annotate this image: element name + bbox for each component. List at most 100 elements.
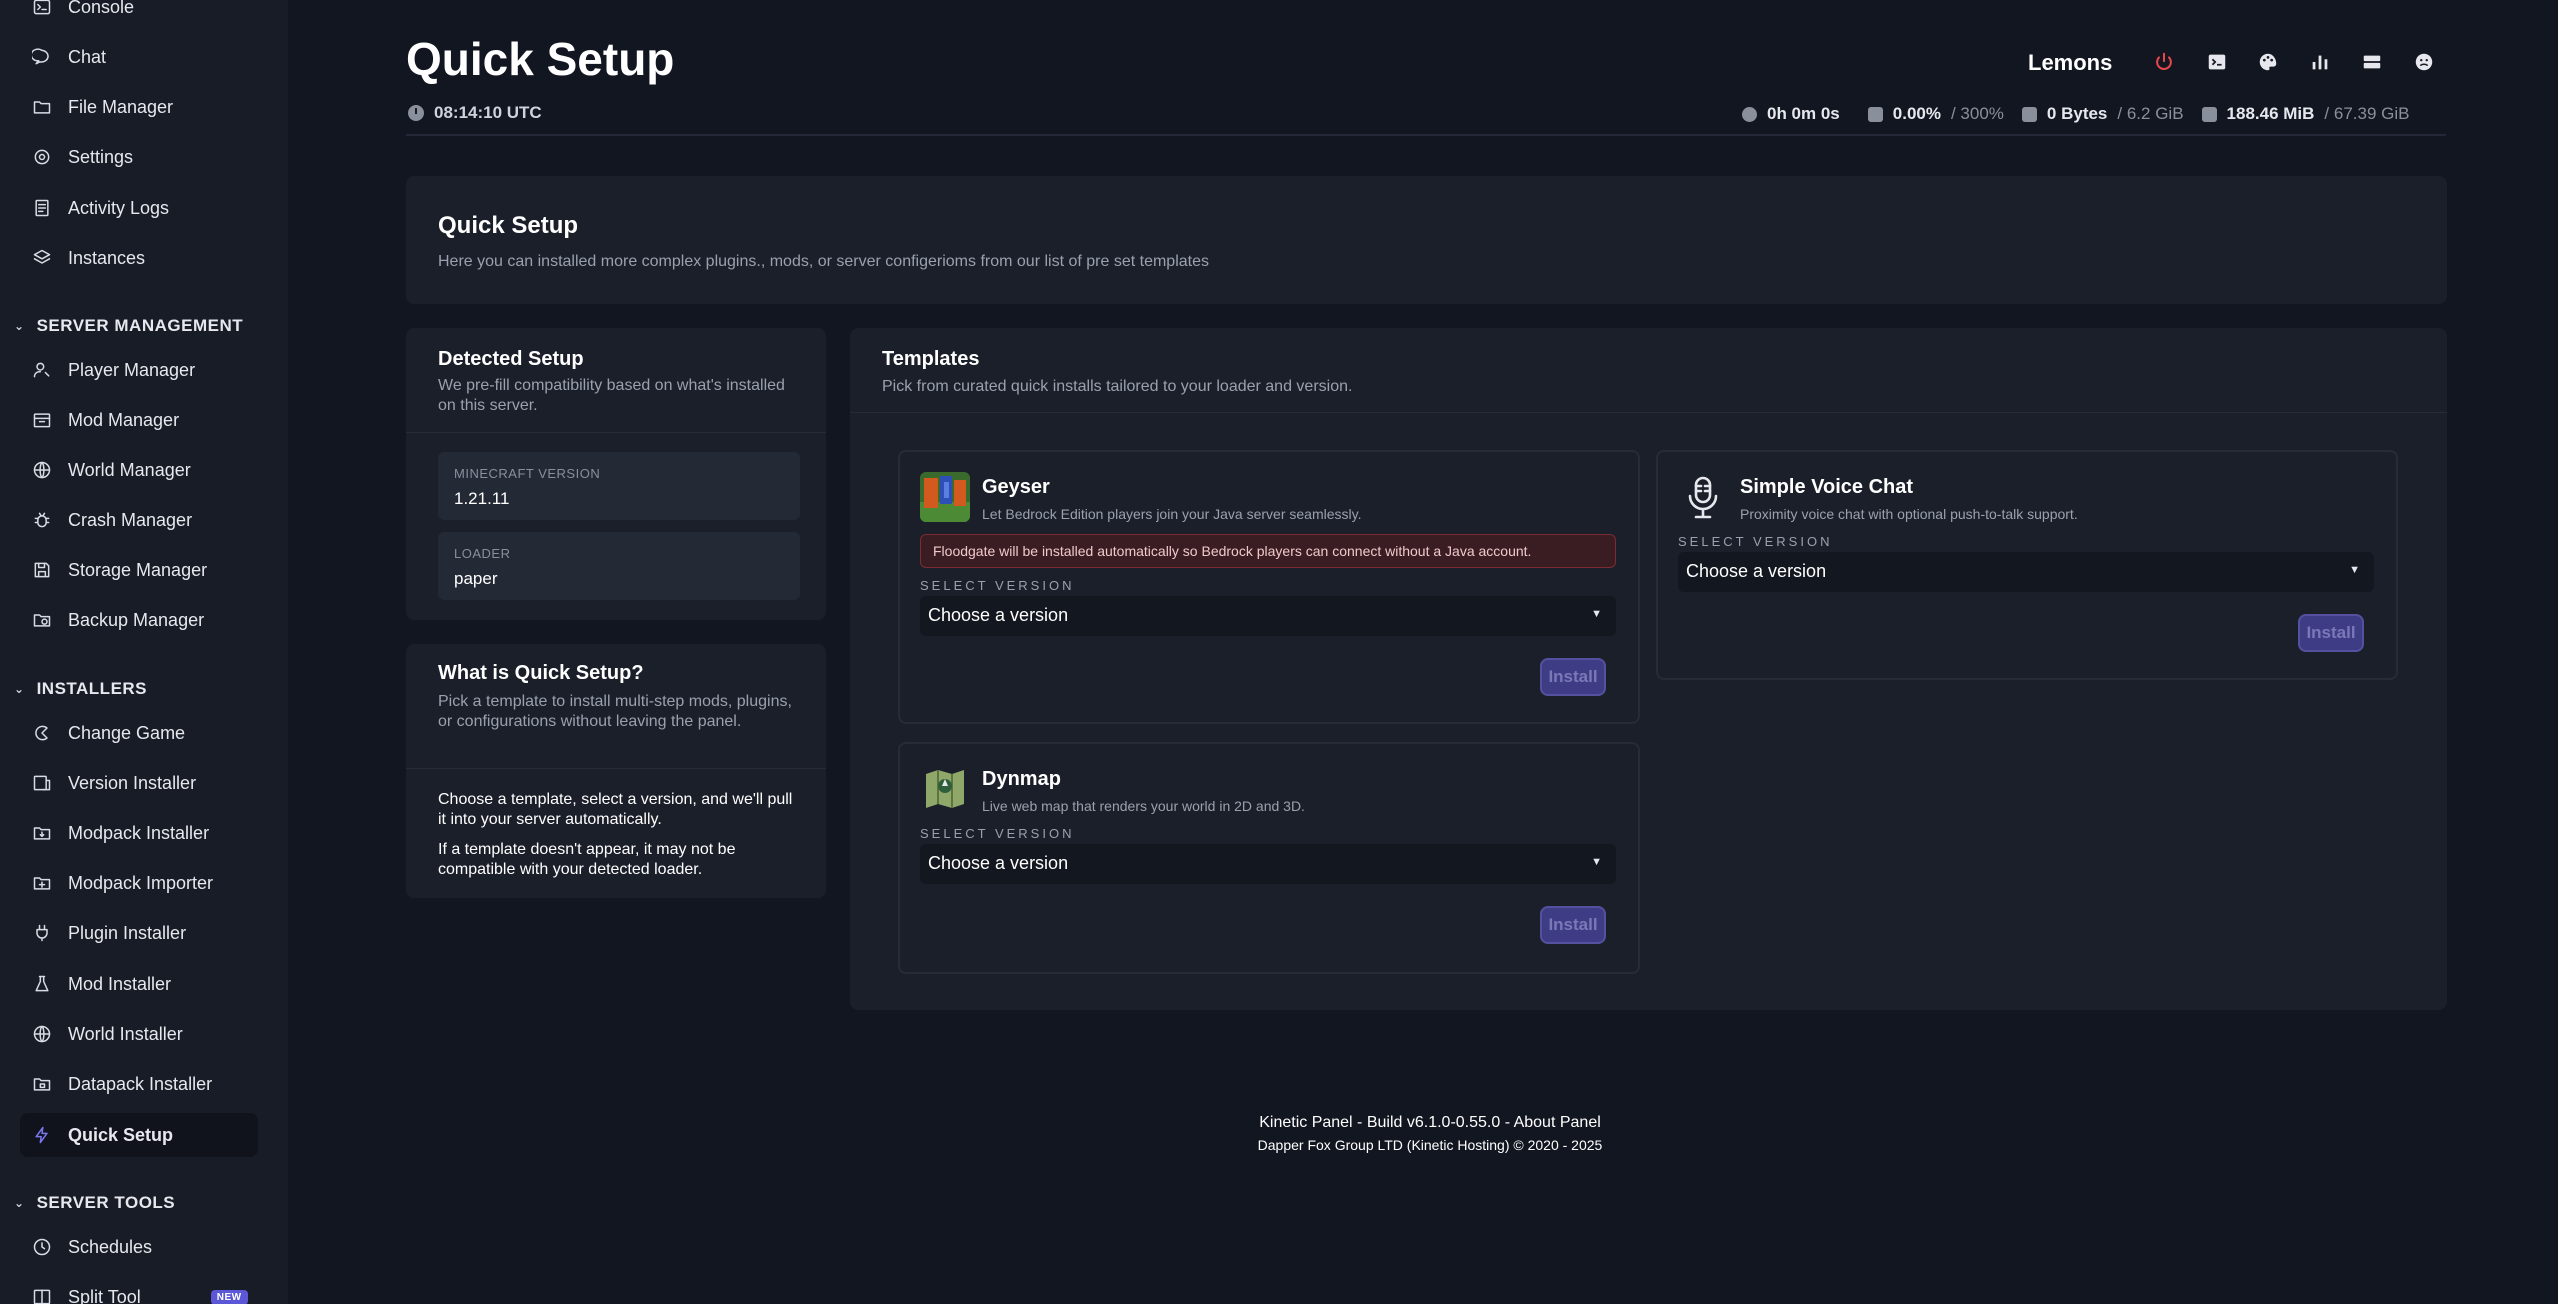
template-dynmap: Dynmap Live web map that renders your wo…	[898, 742, 1640, 974]
microphone-icon	[1678, 472, 1728, 522]
whatis-description: Pick a template to install multi-step mo…	[438, 693, 792, 730]
sidebar-item-plugin-installer[interactable]: Plugin Installer	[20, 911, 258, 955]
folder-import-icon	[32, 873, 52, 893]
globe-icon	[32, 1024, 52, 1044]
sidebar-item-label: Modpack Importer	[68, 872, 214, 893]
sidebar-item-backup-manager[interactable]: Backup Manager	[20, 598, 258, 642]
chevron-down-icon: ⌄	[14, 682, 25, 696]
install-button[interactable]: Install	[1540, 658, 1606, 696]
detected-setup-card: Detected Setup We pre-fill compatibility…	[406, 328, 826, 620]
sidebar-item-modpack-importer[interactable]: Modpack Importer	[20, 861, 258, 905]
select-version-label: SELECT VERSION	[1678, 534, 1833, 549]
sidebar-item-label: Settings	[68, 146, 134, 167]
divider	[406, 768, 826, 769]
template-name: Dynmap	[982, 768, 1061, 790]
save-icon	[32, 560, 52, 580]
sidebar-item-settings[interactable]: Settings	[20, 135, 258, 179]
game-icon	[32, 723, 52, 743]
detected-title: Detected Setup	[438, 348, 584, 370]
palette-icon[interactable]	[2256, 50, 2280, 74]
sidebar-item-crash-manager[interactable]: Crash Manager	[20, 498, 258, 542]
sidebar-item-label: Version Installer	[68, 772, 197, 793]
uptime-stat: 0h 0m 0s	[1742, 104, 1850, 124]
account-icon[interactable]	[2412, 50, 2436, 74]
clock-icon	[32, 1237, 52, 1257]
sidebar-item-label: Split Tool	[68, 1286, 141, 1304]
sidebar-item-mod-installer[interactable]: Mod Installer	[20, 962, 258, 1006]
server-name: Lemons	[2028, 50, 2113, 75]
bolt-icon	[32, 1125, 52, 1145]
uptime-icon	[1742, 106, 1757, 122]
chevron-down-icon: ⌄	[14, 1196, 25, 1210]
install-button[interactable]: Install	[2298, 614, 2364, 652]
section-installers[interactable]: ⌄ INSTALLERS	[14, 675, 147, 703]
sidebar-item-chat[interactable]: Chat	[20, 35, 258, 79]
version-select[interactable]: Choose a version ▼	[920, 596, 1616, 636]
box-icon	[32, 410, 52, 430]
sidebar-item-label: Chat	[68, 46, 107, 67]
sidebar-item-schedules[interactable]: Schedules	[20, 1225, 258, 1269]
version-select[interactable]: Choose a version ▼	[1678, 552, 2374, 592]
server-icon[interactable]	[2360, 50, 2384, 74]
intro-card: Quick Setup Here you can installed more …	[406, 176, 2447, 304]
power-icon[interactable]	[2152, 50, 2176, 74]
caret-down-icon: ▼	[2349, 564, 2360, 576]
clock-icon	[408, 105, 424, 121]
terminal-icon	[32, 0, 52, 17]
cpu-stat: 0.00% / 300%	[1867, 104, 2004, 124]
sidebar-item-datapack-installer[interactable]: Datapack Installer	[20, 1062, 258, 1106]
whatis-tip: If a template doesn't appear, it may not…	[438, 841, 736, 878]
folder-clock-icon	[32, 610, 52, 630]
user-gear-icon	[32, 360, 52, 380]
sidebar-item-label: World Installer	[68, 1023, 183, 1044]
sidebar-item-instances[interactable]: Instances	[20, 236, 258, 280]
stats-icon[interactable]	[2308, 50, 2332, 74]
layers-icon	[32, 248, 52, 268]
sidebar-item-label: Schedules	[68, 1236, 153, 1257]
caret-down-icon: ▼	[1591, 856, 1602, 868]
sidebar-item-split-tool[interactable]: Split Tool NEW	[20, 1275, 258, 1304]
console-icon[interactable]	[2205, 50, 2229, 74]
template-name: Simple Voice Chat	[1740, 476, 1914, 498]
section-server-management[interactable]: ⌄ SERVER MANAGEMENT	[14, 312, 243, 340]
sidebar-item-change-game[interactable]: Change Game	[20, 711, 258, 755]
sidebar-item-activity-logs[interactable]: Activity Logs	[20, 186, 258, 230]
templates-title: Templates	[882, 348, 980, 370]
memory-stat: 0 Bytes / 6.2 GiB	[2021, 104, 2184, 124]
sidebar-item-label: World Manager	[68, 459, 191, 480]
divider	[850, 412, 2447, 413]
sidebar-item-label: Activity Logs	[68, 197, 170, 218]
install-button[interactable]: Install	[1540, 906, 1606, 944]
server-stats: 0h 0m 0s 0.00% / 300% 0 Bytes / 6.2 GiB …	[1742, 102, 2427, 126]
template-geyser: Geyser Let Bedrock Edition players join …	[898, 450, 1640, 724]
chat-icon	[32, 47, 52, 67]
select-version-label: SELECT VERSION	[920, 826, 1075, 841]
dynmap-logo	[920, 764, 970, 814]
folder-data-icon	[32, 1074, 52, 1094]
sidebar-item-label: Instances	[68, 247, 146, 268]
sidebar-item-world-installer[interactable]: World Installer	[20, 1012, 258, 1056]
template-description: Let Bedrock Edition players join your Ja…	[982, 506, 1362, 522]
disk-icon	[2201, 106, 2217, 122]
sidebar-item-world-manager[interactable]: World Manager	[20, 448, 258, 492]
sidebar-item-player-manager[interactable]: Player Manager	[20, 348, 258, 392]
version-select[interactable]: Choose a version ▼	[920, 844, 1616, 884]
globe-icon	[32, 460, 52, 480]
split-icon	[32, 1287, 52, 1304]
sidebar-item-mod-manager[interactable]: Mod Manager	[20, 398, 258, 442]
sidebar-item-label: Storage Manager	[68, 559, 208, 580]
cpu-icon	[1867, 106, 1883, 122]
section-server-tools[interactable]: ⌄ SERVER TOOLS	[14, 1189, 175, 1217]
sidebar-item-file-manager[interactable]: File Manager	[20, 85, 258, 129]
template-description: Live web map that renders your world in …	[982, 798, 1305, 814]
minecraft-version-field: MINECRAFT VERSION 1.21.11	[438, 452, 800, 520]
sidebar-item-storage-manager[interactable]: Storage Manager	[20, 548, 258, 592]
sidebar-item-label: Plugin Installer	[68, 922, 187, 943]
intro-description: Here you can installed more complex plug…	[438, 253, 1209, 270]
sidebar-item-console[interactable]: Console	[20, 0, 258, 29]
sidebar-item-modpack-installer[interactable]: Modpack Installer	[20, 811, 258, 855]
template-simple-voice-chat: Simple Voice Chat Proximity voice chat w…	[1656, 450, 2398, 680]
sidebar-item-quick-setup[interactable]: Quick Setup	[20, 1113, 258, 1157]
sidebar-item-version-installer[interactable]: Version Installer	[20, 761, 258, 805]
footer-build-info[interactable]: Kinetic Panel - Build v6.1.0-0.55.0 - Ab…	[1120, 1114, 1740, 1132]
